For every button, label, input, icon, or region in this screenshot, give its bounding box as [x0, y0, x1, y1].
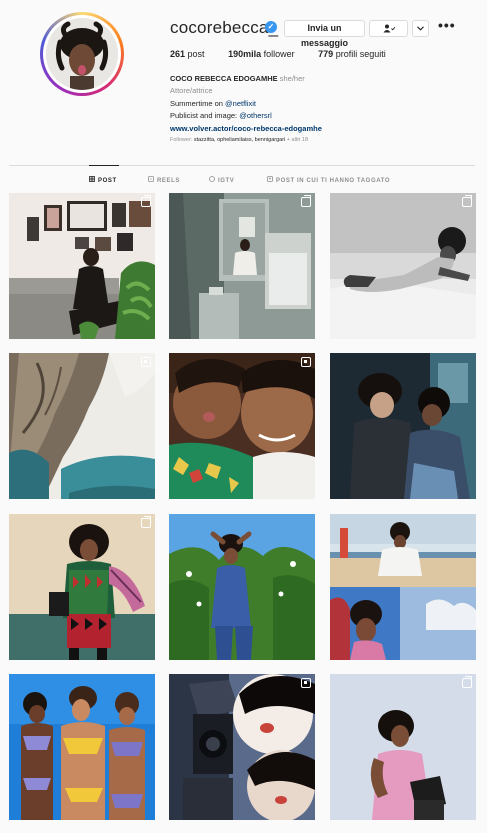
- post-image: [9, 353, 155, 499]
- bio-line-2: Publicist and image: @othersrl: [170, 111, 272, 121]
- post-thumbnail[interactable]: [330, 193, 476, 339]
- igtv-video-icon: [301, 678, 311, 688]
- profile-avatar[interactable]: [40, 12, 124, 96]
- tabs-divider: [9, 165, 475, 166]
- multiple-photos-icon: [301, 194, 311, 207]
- person-check-icon: [383, 24, 395, 33]
- post-thumbnail[interactable]: [9, 674, 155, 820]
- reels-icon: [148, 176, 154, 184]
- post-thumbnail[interactable]: [169, 674, 315, 820]
- netflix-mention-link[interactable]: @netflixit: [225, 99, 256, 108]
- avatar-illustration: [46, 18, 118, 90]
- avatar-ring-gap: [43, 15, 121, 93]
- tab-tagged[interactable]: POST IN CUI TI HANNO TAGGATO: [267, 176, 390, 184]
- igtv-icon: [209, 176, 215, 184]
- post-thumbnail[interactable]: [330, 514, 476, 660]
- category-label: Attore/attrice: [170, 86, 213, 96]
- post-thumbnail[interactable]: [330, 674, 476, 820]
- chevron-down-icon: [417, 26, 424, 31]
- igtv-video-icon: [301, 357, 311, 367]
- following-button[interactable]: [369, 20, 408, 37]
- post-image: [9, 514, 155, 660]
- post-thumbnail[interactable]: [169, 193, 315, 339]
- avatar-photo: [46, 18, 118, 90]
- followed-by-note[interactable]: Follower: stazzitta, opheliamilaiss, ben…: [170, 137, 308, 143]
- post-thumbnail[interactable]: [9, 353, 155, 499]
- active-tab-indicator: [89, 165, 119, 166]
- post-image: [9, 193, 155, 339]
- website-link[interactable]: www.volver.actor/coco-rebecca-edogamhe: [170, 123, 470, 135]
- bio-name-line: COCO REBECCA EDOGAMHE she/her: [170, 73, 470, 85]
- post-image: [330, 674, 476, 820]
- tab-posts[interactable]: POST: [89, 176, 117, 184]
- grid-icon: [89, 176, 95, 184]
- followed-by-names: stazzitta, opheliamilaiss, bennigargari: [193, 137, 286, 143]
- full-name: COCO REBECCA EDOGAMHE: [170, 74, 278, 83]
- publicist-mention-link[interactable]: @othersrl: [239, 111, 272, 120]
- multiple-photos-icon: [462, 194, 472, 207]
- post-image: [9, 674, 155, 820]
- followers-count[interactable]: 190mila follower: [228, 49, 295, 59]
- following-count[interactable]: 779 profili seguiti: [318, 49, 386, 59]
- tagged-icon: [267, 176, 273, 184]
- post-thumbnail[interactable]: [169, 353, 315, 499]
- post-thumbnail[interactable]: [9, 193, 155, 339]
- profile-username: cocorebecca_: [170, 18, 279, 37]
- post-image: [330, 353, 476, 499]
- pronouns: she/her: [279, 74, 305, 83]
- posts-count: 261 post: [170, 49, 205, 59]
- ellipsis-icon[interactable]: •••: [438, 17, 456, 33]
- suggestions-dropdown-button[interactable]: [412, 20, 429, 37]
- post-image: [169, 193, 315, 339]
- profile-stats: 261 post 190mila follower 779 profili se…: [170, 49, 407, 59]
- post-thumbnail[interactable]: [330, 353, 476, 499]
- post-thumbnail[interactable]: [169, 514, 315, 660]
- post-image: [330, 193, 476, 339]
- tab-igtv[interactable]: IGTV: [209, 176, 234, 184]
- post-thumbnail[interactable]: [9, 514, 155, 660]
- post-image: [169, 514, 315, 660]
- igtv-video-icon: [141, 357, 151, 367]
- post-image: [169, 674, 315, 820]
- multiple-photos-icon: [462, 675, 472, 688]
- profile-bio: COCO REBECCA EDOGAMHE she/her Attore/att…: [170, 73, 470, 135]
- post-image: [330, 514, 476, 660]
- send-message-button[interactable]: Invia un messaggio: [284, 20, 365, 48]
- post-image: [169, 353, 315, 499]
- tab-reels[interactable]: REELS: [148, 176, 180, 184]
- verified-badge-icon: ✓: [265, 21, 277, 33]
- multiple-photos-icon: [141, 515, 151, 528]
- multiple-photos-icon: [141, 194, 151, 207]
- bio-line-1: Summertime on @netflixit: [170, 98, 256, 108]
